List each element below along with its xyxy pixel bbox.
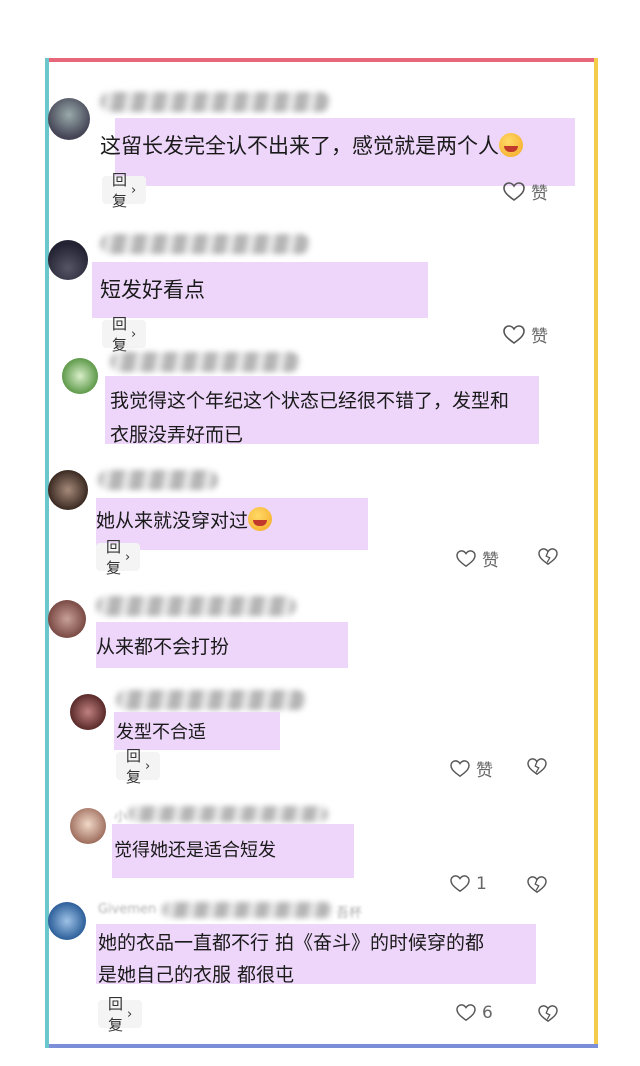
chevron-right-icon: › bbox=[131, 182, 137, 198]
avatar[interactable] bbox=[62, 358, 98, 394]
comment-text: 她从来就没穿对过 bbox=[96, 506, 273, 533]
like-button[interactable]: 赞 bbox=[503, 322, 548, 347]
broken-heart-icon[interactable] bbox=[538, 548, 558, 566]
avatar[interactable] bbox=[48, 470, 88, 510]
username-blurred[interactable] bbox=[116, 690, 306, 710]
username-blurred[interactable] bbox=[98, 470, 218, 490]
like-count: 6 bbox=[482, 1003, 493, 1023]
heart-outline-icon bbox=[456, 1004, 476, 1022]
chevron-right-icon: › bbox=[127, 1006, 133, 1022]
comment-text: 发型不合适 bbox=[116, 722, 206, 743]
broken-heart-icon[interactable] bbox=[527, 876, 547, 894]
chevron-right-icon: › bbox=[145, 758, 151, 774]
heart-outline-icon bbox=[450, 759, 470, 778]
heart-outline-icon bbox=[503, 181, 525, 202]
reply-button[interactable]: 回复 › bbox=[98, 995, 143, 1034]
reply-button[interactable]: 回复 › bbox=[102, 315, 147, 354]
username-blurred[interactable] bbox=[162, 902, 332, 918]
avatar[interactable] bbox=[48, 240, 88, 280]
comment-text-line-2: 是她自己的衣服 都很屯 bbox=[98, 964, 295, 986]
frame-edge-bottom bbox=[45, 1044, 598, 1048]
username-blurred[interactable] bbox=[96, 596, 296, 616]
username-fragment[interactable]: 小 bbox=[114, 806, 127, 825]
username-blurred[interactable] bbox=[128, 806, 328, 822]
chevron-right-icon: › bbox=[125, 549, 131, 565]
chevron-right-icon: › bbox=[131, 326, 137, 342]
username-blurred[interactable] bbox=[100, 234, 310, 254]
comment-text: 觉得她还是适合短发 bbox=[114, 840, 276, 861]
comment-text: 这留长发完全认不出来了，感觉就是两个人 bbox=[100, 130, 523, 160]
frame-edge-top bbox=[45, 58, 598, 62]
comment-text-line-1: 她的衣品一直都不行 拍《奋斗》的时候穿的都 bbox=[98, 932, 485, 954]
frame-edge-right bbox=[594, 58, 598, 1048]
broken-heart-icon[interactable] bbox=[527, 758, 547, 776]
broken-heart-icon[interactable] bbox=[538, 1005, 558, 1023]
like-button[interactable]: 赞 bbox=[456, 546, 499, 571]
like-button[interactable]: 6 bbox=[456, 1003, 493, 1023]
frame-edge-left bbox=[45, 58, 49, 1048]
laughing-crying-emoji-icon bbox=[499, 133, 523, 157]
like-button[interactable]: 赞 bbox=[450, 756, 493, 781]
reply-button[interactable]: 回复 › bbox=[102, 171, 147, 210]
username-blurred[interactable] bbox=[100, 92, 330, 112]
username-blurred[interactable] bbox=[110, 352, 300, 372]
avatar[interactable] bbox=[70, 808, 106, 844]
comment-text: 从来都不会打扮 bbox=[96, 636, 230, 658]
comment-text: 短发好看点 bbox=[100, 278, 205, 302]
reply-button[interactable]: 回复 › bbox=[116, 747, 161, 786]
like-count: 1 bbox=[476, 874, 487, 894]
username-fragment[interactable]: Givemen bbox=[98, 902, 156, 917]
heart-outline-icon bbox=[456, 549, 476, 568]
reply-button[interactable]: 回复 › bbox=[96, 538, 141, 577]
heart-outline-icon bbox=[450, 875, 470, 893]
heart-outline-icon bbox=[503, 324, 525, 345]
laughing-crying-emoji-icon bbox=[248, 507, 273, 531]
comment-text-line-2: 衣服没弄好而已 bbox=[110, 424, 244, 446]
username-tail[interactable]: 吾杯 bbox=[336, 902, 362, 921]
like-button[interactable]: 1 bbox=[450, 874, 487, 894]
like-button[interactable]: 赞 bbox=[503, 179, 548, 204]
avatar[interactable] bbox=[70, 694, 106, 730]
comment-text-line-1: 我觉得这个年纪这个状态已经很不错了，发型和 bbox=[110, 390, 510, 412]
avatar[interactable] bbox=[48, 600, 86, 638]
avatar[interactable] bbox=[48, 98, 90, 140]
avatar[interactable] bbox=[48, 902, 86, 940]
